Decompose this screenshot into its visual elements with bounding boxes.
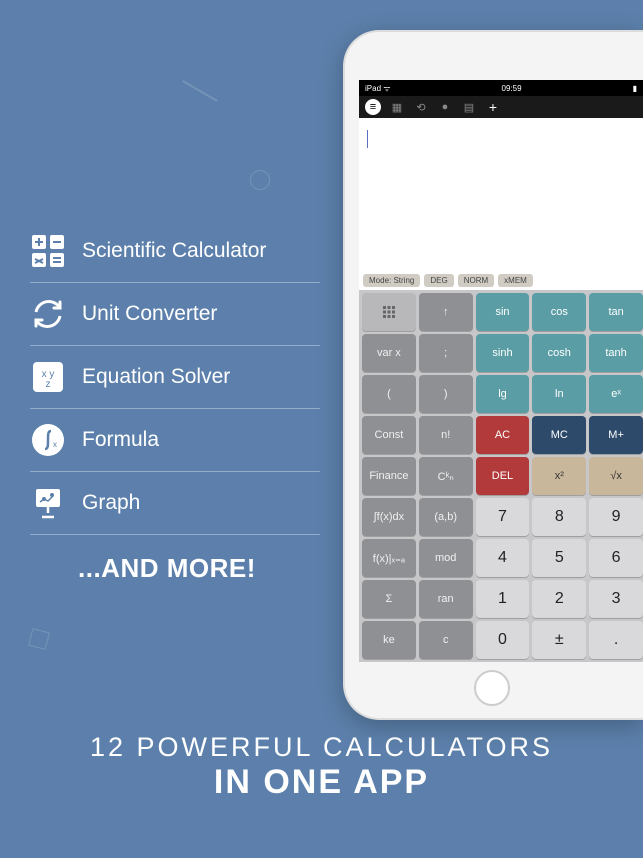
- key-[interactable]: ±: [532, 621, 586, 659]
- key-n[interactable]: n!: [419, 416, 473, 454]
- feature-graph: Graph: [30, 472, 320, 535]
- calc-icon: [30, 233, 66, 269]
- key-[interactable]: ): [419, 375, 473, 413]
- key-lg[interactable]: lg: [476, 375, 530, 413]
- mode-xmem[interactable]: xMEM: [498, 274, 533, 287]
- feature-label: Graph: [82, 491, 140, 515]
- key-tan[interactable]: tan: [589, 293, 643, 331]
- key-c[interactable]: c: [419, 621, 473, 659]
- key-grid[interactable]: [362, 293, 416, 331]
- chart-icon: [30, 485, 66, 521]
- home-button[interactable]: [474, 670, 510, 706]
- key-[interactable]: .: [589, 621, 643, 659]
- status-battery: ▮: [633, 84, 637, 93]
- key-6[interactable]: 6: [589, 539, 643, 577]
- tagline-line2: IN ONE APP: [0, 763, 643, 802]
- feature-label: Scientific Calculator: [82, 239, 266, 263]
- tagline-line1: 12 POWERFUL CALCULATORS: [0, 732, 643, 763]
- ipad-screen: iPad ᯤ 09:59 ▮ ≡ ▦ ⟲ ● ▤ + Mode: String …: [359, 80, 643, 662]
- status-left: iPad ᯤ: [365, 83, 391, 94]
- feature-label: Equation Solver: [82, 365, 230, 389]
- and-more-text: ...AND MORE!: [78, 553, 320, 584]
- key-ran[interactable]: ran: [419, 580, 473, 618]
- cursor: [367, 130, 368, 148]
- key-x[interactable]: x²: [532, 457, 586, 495]
- mode-deg[interactable]: DEG: [424, 274, 453, 287]
- svg-text:x: x: [53, 440, 57, 449]
- toolbar-plus-icon[interactable]: +: [485, 99, 501, 115]
- key-[interactable]: Σ: [362, 580, 416, 618]
- key-[interactable]: (: [362, 375, 416, 413]
- feature-label: Unit Converter: [82, 302, 217, 326]
- key-x[interactable]: √x: [589, 457, 643, 495]
- mode-norm[interactable]: NORM: [458, 274, 494, 287]
- keypad: ↑sincostan var x;sinhcoshtanh ()lglneˣ Cons…: [359, 290, 643, 662]
- key-m[interactable]: M+: [589, 416, 643, 454]
- key-0[interactable]: 0: [476, 621, 530, 659]
- toolbar-menu-icon[interactable]: ≡: [365, 99, 381, 115]
- key-3[interactable]: 3: [589, 580, 643, 618]
- mode-row: Mode: String DEG NORM xMEM: [359, 270, 643, 290]
- toolbar-refresh-icon[interactable]: ⟲: [413, 99, 429, 115]
- key-ac[interactable]: AC: [476, 416, 530, 454]
- key-[interactable]: ↑: [419, 293, 473, 331]
- key-ab[interactable]: (a,b): [419, 498, 473, 536]
- key-mod[interactable]: mod: [419, 539, 473, 577]
- feature-list: Scientific Calculator Unit Converter x y…: [30, 220, 320, 584]
- key-const[interactable]: Const: [362, 416, 416, 454]
- feature-equation-solver: x yz Equation Solver: [30, 346, 320, 409]
- key-[interactable]: ;: [419, 334, 473, 372]
- key-fxdx[interactable]: ∫f(x)dx: [362, 498, 416, 536]
- status-time: 09:59: [502, 84, 522, 93]
- feature-unit-converter: Unit Converter: [30, 283, 320, 346]
- app-toolbar: ≡ ▦ ⟲ ● ▤ +: [359, 96, 643, 118]
- toolbar-grid-icon[interactable]: ▦: [389, 99, 405, 115]
- feature-scientific-calculator: Scientific Calculator: [30, 220, 320, 283]
- key-8[interactable]: 8: [532, 498, 586, 536]
- key-9[interactable]: 9: [589, 498, 643, 536]
- svg-text:z: z: [46, 379, 51, 390]
- tagline: 12 POWERFUL CALCULATORS IN ONE APP: [0, 732, 643, 802]
- key-e[interactable]: eˣ: [589, 375, 643, 413]
- ipad-device: iPad ᯤ 09:59 ▮ ≡ ▦ ⟲ ● ▤ + Mode: String …: [343, 30, 643, 720]
- key-ln[interactable]: ln: [532, 375, 586, 413]
- key-sinh[interactable]: sinh: [476, 334, 530, 372]
- key-5[interactable]: 5: [532, 539, 586, 577]
- key-fx[interactable]: f(x)|ₓ₌ₐ: [362, 539, 416, 577]
- status-bar: iPad ᯤ 09:59 ▮: [359, 80, 643, 96]
- calculator-display[interactable]: [359, 118, 643, 270]
- key-varx[interactable]: var x: [362, 334, 416, 372]
- feature-formula: x Formula: [30, 409, 320, 472]
- mode-string[interactable]: Mode: String: [363, 274, 420, 287]
- refresh-icon: [30, 296, 66, 332]
- equation-icon: x yz: [30, 359, 66, 395]
- key-2[interactable]: 2: [532, 580, 586, 618]
- key-cos[interactable]: cos: [532, 293, 586, 331]
- key-del[interactable]: DEL: [476, 457, 530, 495]
- integral-icon: x: [30, 422, 66, 458]
- key-tanh[interactable]: tanh: [589, 334, 643, 372]
- toolbar-dot-icon[interactable]: ●: [437, 99, 453, 115]
- toolbar-calc-icon[interactable]: ▤: [461, 99, 477, 115]
- feature-label: Formula: [82, 428, 159, 452]
- key-finance[interactable]: Finance: [362, 457, 416, 495]
- key-7[interactable]: 7: [476, 498, 530, 536]
- key-4[interactable]: 4: [476, 539, 530, 577]
- key-c[interactable]: Cᵏₙ: [419, 457, 473, 495]
- key-1[interactable]: 1: [476, 580, 530, 618]
- key-ke[interactable]: ke: [362, 621, 416, 659]
- key-sin[interactable]: sin: [476, 293, 530, 331]
- key-mc[interactable]: MC: [532, 416, 586, 454]
- key-cosh[interactable]: cosh: [532, 334, 586, 372]
